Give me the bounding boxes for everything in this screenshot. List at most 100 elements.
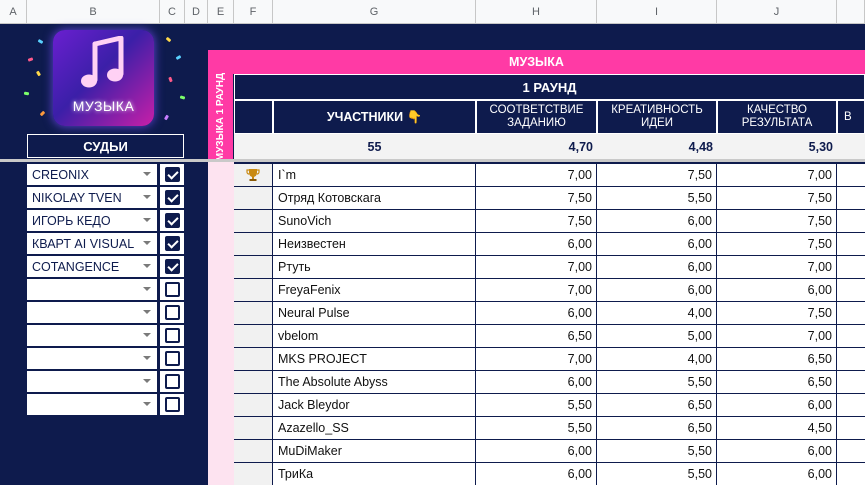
score-quality[interactable]: 7,00 bbox=[717, 164, 836, 186]
dropdown-arrow-icon[interactable] bbox=[143, 195, 151, 199]
score-quality[interactable]: 7,50 bbox=[717, 302, 836, 324]
column-header-d[interactable]: D bbox=[185, 0, 208, 24]
row-icon-cell[interactable] bbox=[234, 440, 272, 462]
judge-select[interactable]: КВАРТ AI VISUAL bbox=[27, 233, 157, 254]
judge-select[interactable] bbox=[27, 279, 157, 300]
row-icon-cell[interactable] bbox=[234, 371, 272, 393]
row-icon-cell[interactable] bbox=[234, 302, 272, 324]
summary-participant-count[interactable]: 55 bbox=[273, 134, 476, 159]
score-creativity[interactable]: 5,50 bbox=[597, 463, 716, 485]
checkbox-checked[interactable] bbox=[164, 259, 180, 274]
dropdown-arrow-icon[interactable] bbox=[143, 356, 151, 360]
dropdown-arrow-icon[interactable] bbox=[143, 172, 151, 176]
column-header-i[interactable]: I bbox=[597, 0, 717, 24]
score-quality[interactable]: 4,50 bbox=[717, 417, 836, 439]
dropdown-arrow-icon[interactable] bbox=[143, 287, 151, 291]
dropdown-arrow-icon[interactable] bbox=[143, 379, 151, 383]
column-header-g[interactable]: G bbox=[273, 0, 476, 24]
score-next[interactable] bbox=[837, 279, 865, 301]
score-creativity[interactable]: 6,00 bbox=[597, 233, 716, 255]
score-creativity[interactable]: 5,50 bbox=[597, 371, 716, 393]
score-task[interactable]: 7,50 bbox=[476, 187, 596, 209]
row-icon-cell[interactable] bbox=[234, 233, 272, 255]
score-next[interactable] bbox=[837, 233, 865, 255]
score-quality[interactable]: 6,50 bbox=[717, 348, 836, 370]
checkbox-checked[interactable] bbox=[164, 190, 180, 205]
score-creativity[interactable]: 4,00 bbox=[597, 348, 716, 370]
score-next[interactable] bbox=[837, 164, 865, 186]
score-quality[interactable]: 7,00 bbox=[717, 256, 836, 278]
judge-select[interactable]: NIKOLAY TVEN bbox=[27, 187, 157, 208]
score-task[interactable]: 7,00 bbox=[476, 348, 596, 370]
column-header-b[interactable]: B bbox=[27, 0, 160, 24]
column-header-f[interactable]: F bbox=[234, 0, 273, 24]
score-next[interactable] bbox=[837, 440, 865, 462]
row-icon-cell[interactable] bbox=[234, 164, 272, 186]
score-next[interactable] bbox=[837, 394, 865, 416]
score-task[interactable]: 6,00 bbox=[476, 233, 596, 255]
participant-name[interactable]: Azazello_SS bbox=[273, 417, 475, 439]
checkbox-unchecked[interactable] bbox=[164, 397, 180, 412]
score-creativity[interactable]: 6,00 bbox=[597, 210, 716, 232]
dropdown-arrow-icon[interactable] bbox=[143, 264, 151, 268]
judge-select[interactable] bbox=[27, 371, 157, 392]
score-task[interactable]: 6,00 bbox=[476, 440, 596, 462]
score-creativity[interactable]: 4,00 bbox=[597, 302, 716, 324]
row-icon-cell[interactable] bbox=[234, 187, 272, 209]
dropdown-arrow-icon[interactable] bbox=[143, 402, 151, 406]
row-icon-cell[interactable] bbox=[234, 279, 272, 301]
summary-avg-quality[interactable]: 5,30 bbox=[717, 134, 837, 159]
column-header-j[interactable]: J bbox=[717, 0, 837, 24]
score-next[interactable] bbox=[837, 348, 865, 370]
score-quality[interactable]: 7,00 bbox=[717, 325, 836, 347]
score-quality[interactable]: 6,50 bbox=[717, 371, 836, 393]
participant-name[interactable]: MuDiMaker bbox=[273, 440, 475, 462]
checkbox-checked[interactable] bbox=[164, 213, 180, 228]
score-creativity[interactable]: 5,50 bbox=[597, 440, 716, 462]
row-icon-cell[interactable] bbox=[234, 325, 272, 347]
judge-select[interactable]: CREONIX bbox=[27, 164, 157, 185]
score-task[interactable]: 7,50 bbox=[476, 210, 596, 232]
row-icon-cell[interactable] bbox=[234, 417, 272, 439]
judge-select[interactable] bbox=[27, 325, 157, 346]
score-next[interactable] bbox=[837, 187, 865, 209]
participant-name[interactable]: vbelom bbox=[273, 325, 475, 347]
participant-name[interactable]: Neural Pulse bbox=[273, 302, 475, 324]
score-quality[interactable]: 6,00 bbox=[717, 463, 836, 485]
row-icon-cell[interactable] bbox=[234, 348, 272, 370]
dropdown-arrow-icon[interactable] bbox=[143, 310, 151, 314]
summary-avg-task[interactable]: 4,70 bbox=[476, 134, 597, 159]
column-header-e[interactable]: E bbox=[208, 0, 234, 24]
score-task[interactable]: 6,00 bbox=[476, 302, 596, 324]
participant-name[interactable]: FreyaFenix bbox=[273, 279, 475, 301]
checkbox-unchecked[interactable] bbox=[164, 328, 180, 343]
score-task[interactable]: 6,50 bbox=[476, 325, 596, 347]
score-task[interactable]: 7,00 bbox=[476, 164, 596, 186]
row-icon-cell[interactable] bbox=[234, 256, 272, 278]
row-icon-cell[interactable] bbox=[234, 394, 272, 416]
score-next[interactable] bbox=[837, 417, 865, 439]
dropdown-arrow-icon[interactable] bbox=[143, 241, 151, 245]
score-task[interactable]: 6,00 bbox=[476, 371, 596, 393]
score-quality[interactable]: 7,50 bbox=[717, 233, 836, 255]
participant-name[interactable]: Jack Bleydor bbox=[273, 394, 475, 416]
dropdown-arrow-icon[interactable] bbox=[143, 218, 151, 222]
score-next[interactable] bbox=[837, 210, 865, 232]
score-task[interactable]: 5,50 bbox=[476, 417, 596, 439]
participant-name[interactable]: I`m bbox=[273, 164, 475, 186]
score-quality[interactable]: 7,50 bbox=[717, 210, 836, 232]
score-task[interactable]: 7,00 bbox=[476, 279, 596, 301]
score-creativity[interactable]: 6,50 bbox=[597, 417, 716, 439]
dropdown-arrow-icon[interactable] bbox=[143, 333, 151, 337]
judge-select[interactable]: COTANGENCE bbox=[27, 256, 157, 277]
score-creativity[interactable]: 6,00 bbox=[597, 256, 716, 278]
participant-name[interactable]: The Absolute Abyss bbox=[273, 371, 475, 393]
checkbox-unchecked[interactable] bbox=[164, 305, 180, 320]
score-next[interactable] bbox=[837, 463, 865, 485]
row-icon-cell[interactable] bbox=[234, 210, 272, 232]
judge-select[interactable] bbox=[27, 394, 157, 415]
participant-name[interactable]: ТриКа bbox=[273, 463, 475, 485]
score-creativity[interactable]: 6,50 bbox=[597, 394, 716, 416]
score-task[interactable]: 5,50 bbox=[476, 394, 596, 416]
score-next[interactable] bbox=[837, 325, 865, 347]
